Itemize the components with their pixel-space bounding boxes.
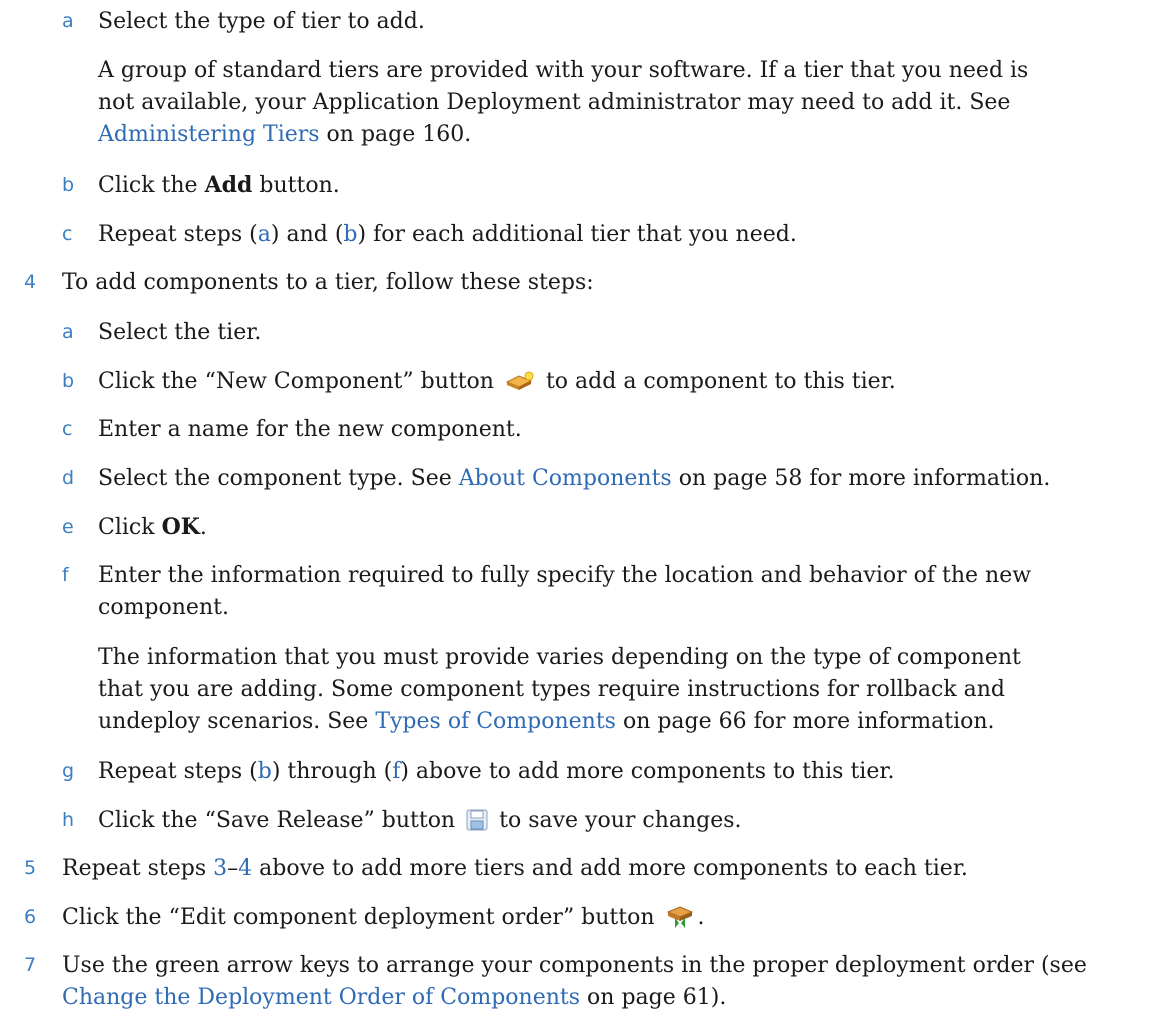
substep-marker: a	[62, 10, 74, 32]
link-about-components[interactable]: About Components	[459, 466, 672, 491]
link-step-b[interactable]: b	[343, 222, 357, 247]
link-change-deployment-order[interactable]: Change the Deployment Order of Component…	[62, 985, 580, 1010]
link-step-b[interactable]: b	[258, 759, 272, 784]
link-step-a[interactable]: a	[258, 222, 271, 247]
link-administering-tiers[interactable]: Administering Tiers	[98, 122, 320, 147]
save-icon	[466, 809, 488, 840]
step-marker: 4	[24, 271, 37, 293]
document-page: a Select the type of tier to add. A grou…	[0, 0, 1168, 1027]
substep-text: Select the type of tier to add.	[98, 9, 425, 34]
link-step-4[interactable]: 4	[238, 856, 252, 881]
substep-marker: b	[62, 174, 75, 196]
step-text: To add components to a tier, follow thes…	[62, 270, 594, 295]
new-component-icon	[505, 370, 535, 401]
link-step-3[interactable]: 3	[213, 856, 227, 881]
bold-ok: OK	[161, 514, 200, 540]
substep-marker: c	[62, 223, 73, 245]
link-types-of-components[interactable]: Types of Components	[375, 709, 616, 734]
deployment-order-icon	[666, 904, 694, 937]
bold-add: Add	[204, 172, 253, 198]
